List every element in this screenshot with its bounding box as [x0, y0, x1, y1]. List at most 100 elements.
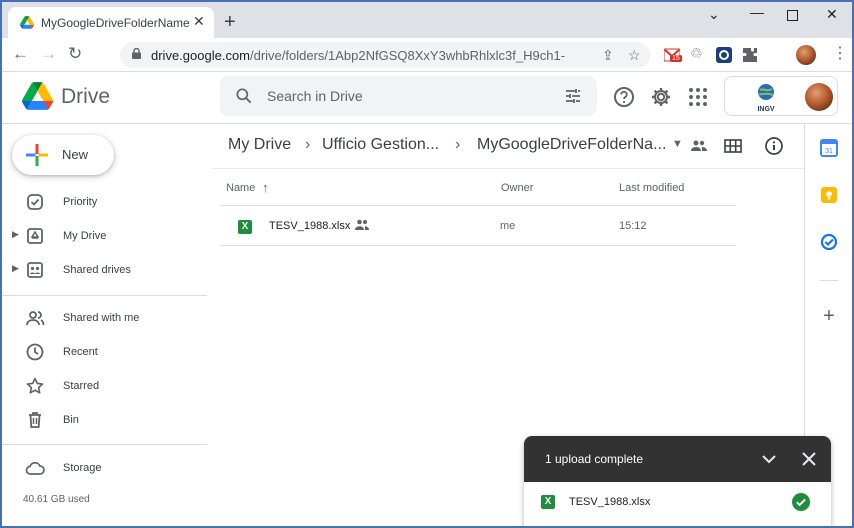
storage-used-text: 40.61 GB used [23, 494, 90, 505]
maximize-icon[interactable] [787, 10, 798, 21]
sidebar-item-shared-with-me[interactable]: Shared with me [0, 303, 206, 333]
address-bar[interactable]: drive.google.com/drive/folders/1Abp2NfGS… [120, 42, 650, 68]
browser-tab-strip: MyGoogleDriveFolderName - Google Drive ✕… [0, 0, 854, 38]
puzzle-extensions-icon[interactable] [742, 47, 758, 63]
profile-avatar[interactable] [796, 45, 816, 65]
breadcrumb-my-drive[interactable]: My Drive [228, 136, 291, 154]
sidebar-item-label: Starred [63, 380, 100, 392]
breadcrumb-ufficio[interactable]: Ufficio Gestion... [322, 136, 439, 154]
clock-icon [26, 343, 44, 361]
search-input[interactable] [267, 86, 547, 106]
drive-favicon-icon [20, 16, 34, 29]
ingv-logo-icon: INGV [757, 84, 775, 113]
apps-grid-icon[interactable] [687, 86, 709, 108]
url-text: drive.google.com/drive/folders/1Abp2NfGS… [151, 48, 566, 63]
sidebar-item-label: My Drive [63, 230, 107, 242]
drive-logo-text[interactable]: Drive [61, 85, 110, 109]
tab-close-icon[interactable]: ✕ [193, 13, 205, 30]
sidebar-item-bin[interactable]: Bin [0, 405, 206, 435]
tab-search-chevron-icon[interactable]: ⌄ [708, 6, 720, 23]
chrome-menu-icon[interactable]: ⋮ [832, 44, 848, 64]
calendar-icon[interactable]: 31 [820, 139, 838, 157]
help-icon[interactable] [613, 86, 635, 108]
sidebar-item-storage[interactable]: Storage [0, 453, 206, 483]
recycle-extension-icon[interactable]: ♲ [690, 45, 706, 61]
excel-file-icon: X [238, 220, 252, 234]
breadcrumb-chevron-icon: › [455, 136, 461, 153]
close-icon[interactable] [800, 450, 818, 468]
sidebar-item-label: Shared with me [63, 312, 140, 324]
lock-icon [132, 48, 141, 59]
collapse-chevron-icon[interactable] [760, 450, 778, 468]
folder-shared-icon[interactable] [690, 138, 708, 154]
upload-toast-header: 1 upload complete [524, 436, 831, 482]
search-icon[interactable] [234, 86, 254, 106]
new-button-label: New [62, 147, 89, 162]
new-tab-icon[interactable]: + [224, 12, 236, 32]
side-panel-divider [820, 280, 838, 281]
star-icon [26, 377, 44, 394]
details-info-icon[interactable] [764, 136, 784, 156]
sidebar-divider [0, 295, 207, 296]
table-row[interactable]: X TESV_1988.xlsx me 15:12 [220, 206, 736, 246]
breadcrumb-current-folder[interactable]: MyGoogleDriveFolderNa... [477, 136, 666, 154]
upload-status-title: 1 upload complete [545, 452, 644, 466]
plus-icon [26, 144, 48, 166]
column-header-owner[interactable]: Owner [501, 182, 533, 194]
excel-file-icon: X [541, 495, 555, 509]
file-name: TESV_1988.xlsx [269, 220, 351, 232]
sidebar-item-label: Priority [63, 196, 98, 208]
keep-icon[interactable] [820, 186, 838, 204]
minimize-icon[interactable]: — [750, 4, 764, 20]
sidebar-item-label: Shared drives [63, 264, 131, 276]
sidebar: New Priority ▶ My Drive ▶ Shared drives … [0, 124, 210, 528]
sidebar-item-my-drive[interactable]: ▶ My Drive [0, 221, 206, 251]
search-options-icon[interactable] [564, 87, 582, 105]
account-switcher[interactable]: INGV [724, 76, 838, 116]
svg-text:INGV: INGV [757, 106, 774, 113]
new-button[interactable]: New [12, 135, 114, 175]
account-avatar[interactable] [805, 83, 833, 111]
sidebar-item-label: Storage [63, 462, 102, 474]
grid-view-icon[interactable] [723, 136, 743, 156]
bin-icon [29, 412, 41, 428]
file-owner: me [500, 220, 516, 232]
sidebar-item-shared-drives[interactable]: ▶ Shared drives [0, 255, 206, 285]
bookmark-star-icon[interactable]: ☆ [628, 47, 641, 64]
column-header-name[interactable]: Name [226, 182, 255, 194]
upload-toast: 1 upload complete X TESV_1988.xlsx [524, 436, 831, 528]
forward-icon[interactable]: → [40, 44, 57, 64]
extension-badge: 15 [670, 55, 682, 62]
drive-logo-icon[interactable] [22, 82, 53, 110]
breadcrumb-chevron-icon: › [305, 136, 311, 153]
expand-arrow-icon[interactable]: ▶ [12, 263, 19, 274]
upload-item[interactable]: X TESV_1988.xlsx [524, 482, 831, 528]
back-icon[interactable]: ← [12, 44, 29, 64]
shared-drives-icon [27, 262, 43, 278]
sidebar-item-recent[interactable]: Recent [0, 337, 206, 367]
column-header-last-modified[interactable]: Last modified [619, 182, 684, 194]
add-addon-plus-icon[interactable]: + [820, 306, 838, 326]
folder-menu-dropdown-icon[interactable]: ▼ [672, 138, 683, 150]
tasks-icon[interactable] [820, 233, 838, 251]
sidebar-item-label: Recent [63, 346, 98, 358]
settings-gear-icon[interactable] [650, 86, 672, 108]
window-close-icon[interactable]: ✕ [826, 6, 838, 23]
header-divider [212, 168, 804, 169]
expand-arrow-icon[interactable]: ▶ [12, 229, 19, 240]
file-last-modified: 15:12 [619, 220, 647, 232]
sort-ascending-icon[interactable]: ↑ [262, 180, 269, 195]
share-page-icon[interactable]: ⇪ [602, 47, 614, 64]
sidebar-item-priority[interactable]: Priority [0, 187, 206, 217]
screen-extension-icon[interactable] [716, 47, 732, 63]
browser-tab[interactable]: MyGoogleDriveFolderName - Google Drive ✕ [8, 7, 214, 38]
browser-toolbar: ← → ↻ drive.google.com/drive/folders/1Ab… [0, 38, 854, 72]
search-bar[interactable] [220, 76, 597, 116]
my-drive-icon [27, 228, 43, 244]
sidebar-divider [0, 444, 207, 445]
reload-icon[interactable]: ↻ [68, 44, 82, 64]
sidebar-item-starred[interactable]: Starred [0, 371, 206, 401]
tab-title: MyGoogleDriveFolderName - Google Drive [41, 16, 191, 30]
svg-text:31: 31 [825, 148, 833, 155]
upload-complete-check-icon [792, 493, 810, 511]
